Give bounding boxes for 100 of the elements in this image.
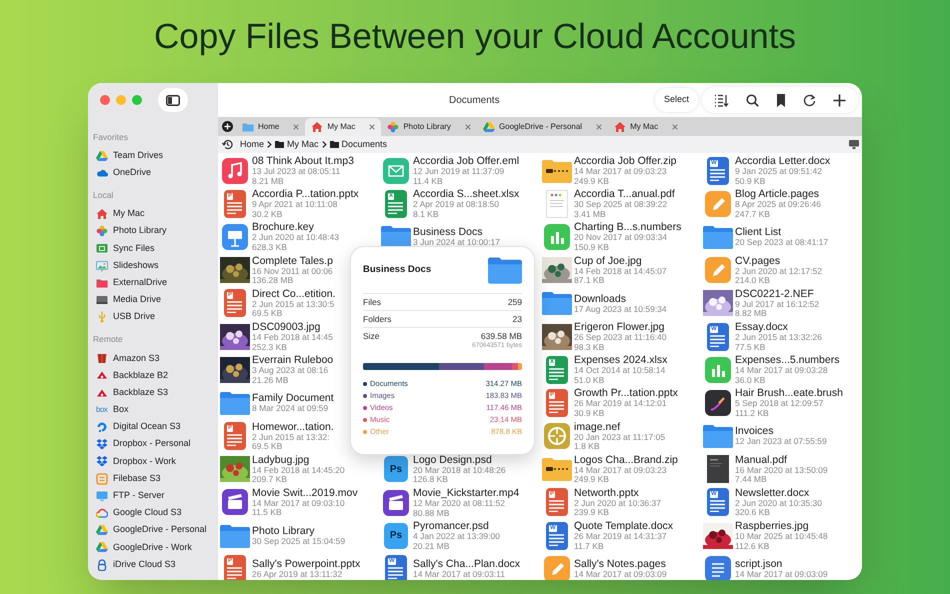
sidebar-item[interactable]: Amazon S3 xyxy=(88,350,218,367)
file-date: 2 Jun 2020 at 10:48:43 xyxy=(252,233,339,243)
file-date: 2 Jun 2020 at 12:17:52 xyxy=(735,266,822,276)
sidebar-item[interactable]: Backblaze S3 xyxy=(88,384,218,402)
sidebar-item[interactable]: Media Drive xyxy=(88,291,218,308)
select-button[interactable]: Select xyxy=(654,88,698,112)
file-date: 9 Apr 2021 at 10:11:08 xyxy=(252,200,338,210)
sidebar-item[interactable]: Sync Files xyxy=(88,240,218,257)
file-name: image.nef xyxy=(574,420,622,433)
close-icon[interactable] xyxy=(464,124,471,130)
sidebar-item[interactable]: GoogleDrive - Work xyxy=(88,538,218,556)
file-size: 77.5 KB xyxy=(735,342,766,352)
tab[interactable]: Photo Library xyxy=(381,118,477,136)
sidebar-item[interactable]: Dropbox - Work xyxy=(88,452,218,470)
file-date: 26 Sep 2023 at 11:16:40 xyxy=(574,333,666,343)
refresh-icon xyxy=(802,94,816,106)
stat-value: 23 xyxy=(512,314,522,324)
music-file-icon xyxy=(222,158,248,184)
document-thumbnail-icon xyxy=(546,190,568,218)
sidebar-item[interactable]: My Mac xyxy=(88,205,218,223)
file-size: 239.9 KB xyxy=(574,508,610,518)
file-date: 2 Apr 2019 at 08:18:50 xyxy=(413,200,500,210)
file-size: 20.21 MB xyxy=(413,542,450,552)
close-icon[interactable] xyxy=(369,124,376,130)
triangle-icon xyxy=(482,121,495,133)
tab[interactable]: My Mac xyxy=(608,118,684,136)
close-icon[interactable] xyxy=(672,124,678,130)
sidebar-item[interactable]: ExternalDrive xyxy=(88,274,218,292)
tab[interactable]: My Mac xyxy=(305,118,382,136)
sidebar-item[interactable]: Photo Library xyxy=(88,222,218,240)
file-size: 98.3 KB xyxy=(574,342,606,352)
file-name: Expenses 2024.xlsx xyxy=(574,354,668,366)
sidebar-item[interactable]: GoogleDrive - Personal xyxy=(88,522,218,539)
file-date: 14 Mar 2017 at 09:03:28 xyxy=(735,366,828,376)
clapperboard-icon xyxy=(383,490,409,516)
file-size: 112.6 KB xyxy=(735,542,770,552)
diamond-icon xyxy=(96,438,108,450)
sidebar-item[interactable]: Digital Ocean S3 xyxy=(88,418,218,436)
file-size: 249.9 KB xyxy=(574,176,610,186)
file-name: Hair Brush...eate.brush xyxy=(735,387,843,400)
file-date: 14 Oct 2014 at 10:58:14 xyxy=(574,366,666,376)
file-date: 14 Mar 2017 at 09:03:10 xyxy=(252,498,346,508)
brush-stroke-icon xyxy=(705,390,731,416)
tab[interactable]: Home xyxy=(236,118,306,136)
monitor-icon[interactable] xyxy=(849,140,859,149)
file-name: Manual.pdf xyxy=(735,454,788,466)
file-name: Charting B...s.numbers xyxy=(574,221,682,234)
sidebar-item[interactable]: OneDrive xyxy=(88,164,218,182)
close-icon[interactable] xyxy=(596,124,602,130)
sidebar-item[interactable]: FTP - Server xyxy=(88,487,218,504)
file-name: Raspberries.jpg xyxy=(735,520,810,532)
folder-icon xyxy=(96,276,108,289)
file-name: Downloads xyxy=(574,292,627,305)
sidebar-item[interactable]: Dropbox - Personal xyxy=(88,436,218,453)
sidebar-item[interactable]: USB Drive xyxy=(88,308,218,326)
sidebar-item[interactable]: Backblaze B2 xyxy=(88,366,218,384)
file-date: 20 Jan 2023 at 11:17:05 xyxy=(574,432,666,442)
file-date: 8 Mar 2024 at 09:59 xyxy=(252,404,330,414)
sidebar-item[interactable]: box Box xyxy=(88,401,218,418)
sidebar-item[interactable]: Google Cloud S3 xyxy=(88,504,218,522)
file-date: 14 Feb 2018 at 14:45 xyxy=(252,333,333,343)
file-date: 2 Jun 2020 at 10:35:30 xyxy=(735,498,822,508)
file-name: Networth.pptx xyxy=(574,486,640,499)
stat-label: Folders xyxy=(363,314,392,324)
file-size: 111.2 KB xyxy=(735,408,770,418)
folder-icon xyxy=(542,291,572,316)
house-icon xyxy=(311,121,324,133)
file-date: 2 Jun 2015 at 13:32: xyxy=(252,432,331,442)
stat-label: Size xyxy=(363,331,380,341)
file-date: 2 Jun 2015 at 13:32:26 xyxy=(735,333,822,343)
file-date: 20 Mar 2018 at 10:48:26 xyxy=(413,466,506,476)
sidebar-item[interactable]: Slideshows xyxy=(88,256,218,274)
folder-icon xyxy=(703,224,733,249)
new-tab-button[interactable] xyxy=(222,121,233,132)
triangle-icon xyxy=(96,150,108,162)
history-icon[interactable] xyxy=(222,139,233,150)
sidebar-toggle-button[interactable] xyxy=(158,88,188,112)
aperture-icon xyxy=(544,423,570,450)
cloud-icon xyxy=(96,506,108,519)
close-icon[interactable] xyxy=(293,124,300,130)
file-name: Movie Swit...2019.mov xyxy=(252,486,358,499)
sidebar-item[interactable]: iDrive Cloud S3 xyxy=(88,556,218,574)
sidebar-item[interactable]: Team Drives xyxy=(88,147,218,164)
breadcrumb-item[interactable]: Home xyxy=(240,138,264,152)
tab[interactable]: GoogleDrive - Personal xyxy=(476,118,608,136)
sidebar-item[interactable]: Filebase S3 xyxy=(88,470,218,488)
stat-value: 639.58 MB xyxy=(480,331,522,341)
breadcrumb-item[interactable]: Documents xyxy=(330,138,388,152)
folder-icon xyxy=(703,424,733,448)
file-name: Essay.docx xyxy=(735,321,789,334)
search-button[interactable] xyxy=(744,92,762,108)
file-name: Client List xyxy=(735,226,782,238)
file-size: 126.8 KB xyxy=(413,475,449,485)
breadcrumb-item[interactable]: My Mac xyxy=(275,138,319,152)
zip-folder-icon xyxy=(542,457,572,482)
add-button[interactable] xyxy=(830,92,848,108)
file-size: 247.7 KB xyxy=(735,210,771,220)
file-size: 36.0 KB xyxy=(735,376,766,386)
file-name: Brochure.key xyxy=(252,221,315,234)
file-name: Quote Template.docx xyxy=(574,520,674,532)
